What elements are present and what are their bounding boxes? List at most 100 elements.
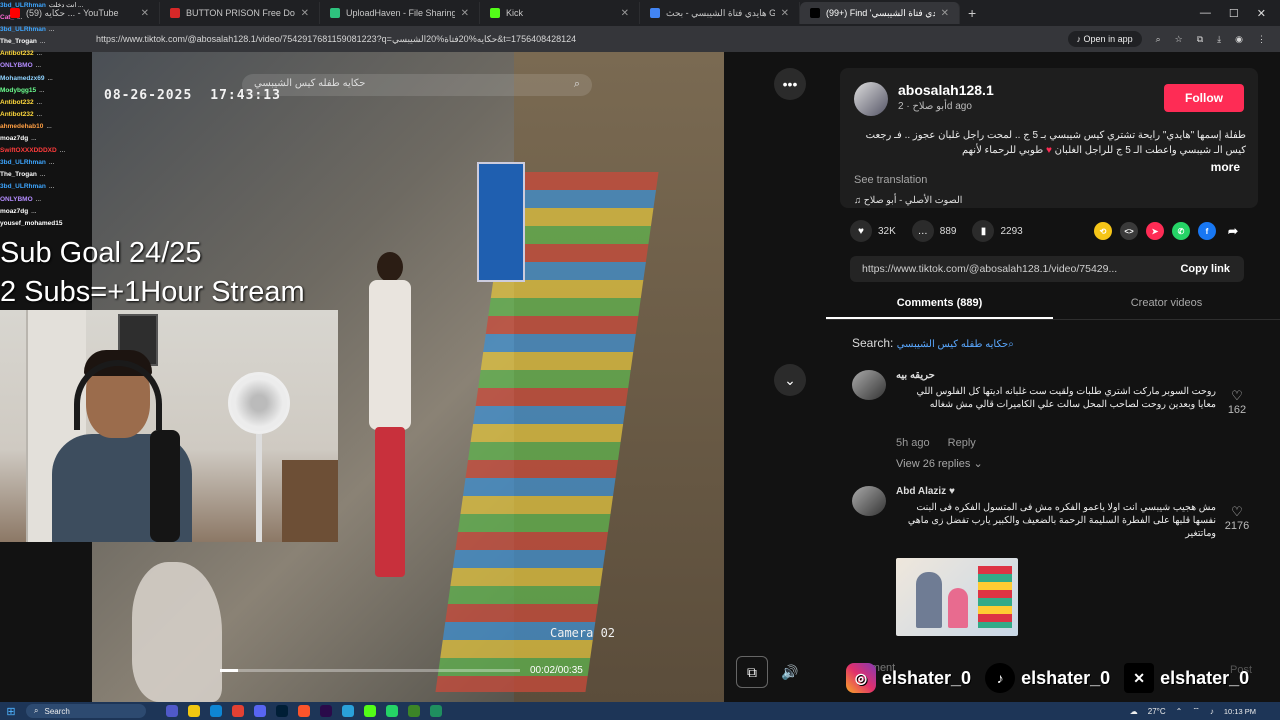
comment-like[interactable]: ♡ 162 (1222, 388, 1252, 416)
close-window-button[interactable]: ✕ (1257, 7, 1266, 20)
taskbar-search[interactable]: ⌕ Search (26, 704, 146, 718)
related-search[interactable]: Search: حكايه طفله كيس الشيبسي⌕ (852, 336, 1014, 350)
more-link[interactable]: more (1211, 160, 1240, 174)
bookmark-icon[interactable]: ▮ (972, 220, 995, 242)
taskbar-apps (166, 705, 442, 717)
premiere-icon[interactable] (320, 705, 332, 717)
menu-icon[interactable]: ⋮ (1257, 34, 1266, 45)
browser-tab[interactable]: BUTTON PRISON Free Downlo ✕ (160, 2, 320, 24)
heart-icon[interactable]: ♥ (850, 220, 872, 242)
heart-outline-icon[interactable]: ♡ (1222, 504, 1252, 520)
telegram-icon[interactable] (342, 705, 354, 717)
chat-message: moaz7dg... (0, 133, 150, 145)
send-icon[interactable]: ➤ (1146, 222, 1164, 240)
comment-author[interactable]: Abd Alaziz ♥ (896, 486, 955, 497)
chevron-up-icon[interactable]: ⌃ (1176, 707, 1183, 716)
reply-button[interactable]: Reply (948, 437, 976, 449)
minimize-button[interactable]: — (1200, 7, 1211, 20)
whatsapp-app-icon[interactable] (386, 705, 398, 717)
description-text: طفلة إسمها "هايدي" رايحة تشتري كيس شيبسي… (865, 130, 1246, 156)
photoshop-icon[interactable] (276, 705, 288, 717)
comment-sticker-image[interactable] (896, 558, 1018, 636)
like-stat[interactable]: ♥ 32K (850, 220, 896, 242)
extensions-icon[interactable]: ⧉ (1197, 34, 1203, 45)
copy-link-button[interactable]: Copy link (1180, 263, 1244, 275)
sheets-icon[interactable] (430, 705, 442, 717)
discord-icon[interactable] (254, 705, 266, 717)
maximize-button[interactable]: ☐ (1229, 7, 1239, 20)
zoom-icon[interactable]: ⌕ (1156, 34, 1161, 45)
file-explorer-icon[interactable] (188, 705, 200, 717)
network-icon[interactable]: ⌔ (1192, 706, 1200, 716)
chat-text: ... (35, 62, 42, 70)
search-icon[interactable]: ⌕ (1008, 339, 1014, 350)
chat-message: 3bd_ULRhman... (0, 181, 150, 193)
close-tab-icon[interactable]: ✕ (781, 8, 789, 19)
browser-tab[interactable]: Kick ✕ (480, 2, 640, 24)
facebook-icon[interactable]: f (1198, 222, 1216, 240)
close-tab-icon[interactable]: ✕ (941, 8, 949, 19)
comment-icon[interactable]: … (911, 220, 934, 242)
clock[interactable]: 10:13 PM (1224, 707, 1256, 716)
sound-link[interactable]: ♫ الصوت الأصلي - أبو صلاح (854, 195, 962, 206)
share-arrow-icon[interactable]: ➦ (1224, 222, 1242, 240)
video-progress-bar[interactable] (220, 669, 520, 672)
search-query-link[interactable]: حكايه طفله كيس الشيبسي (897, 339, 1008, 350)
video-search-overlay[interactable]: حكايه طفله كيس الشيبسي ⌕ (242, 74, 592, 96)
post-link[interactable]: https://www.tiktok.com/@abosalah128.1/vi… (862, 263, 1162, 275)
brave-icon[interactable] (298, 705, 310, 717)
speaker-icon[interactable]: ♪ (1210, 707, 1214, 716)
browser-tab[interactable]: (99+) Find 'هايدي فتاة الشيبسي' ✕ (800, 2, 960, 24)
browser-tab[interactable]: هايدي فتاة الشيبسي - بحث Google ✕ (640, 2, 800, 24)
teams-icon[interactable] (166, 705, 178, 717)
close-tab-icon[interactable]: ✕ (461, 8, 469, 19)
heart-outline-icon[interactable]: ♡ (1222, 388, 1252, 404)
avatar[interactable] (854, 82, 888, 116)
bookmark-star-icon[interactable]: ☆ (1175, 34, 1183, 45)
chat-text: ... (36, 110, 43, 118)
music-note-icon: ♫ (854, 195, 862, 206)
url-field[interactable]: https://www.tiktok.com/@abosalah128.1/vi… (96, 34, 1068, 45)
comment-like[interactable]: ♡ 2176 (1222, 504, 1252, 532)
close-tab-icon[interactable]: ✕ (301, 8, 309, 19)
profile-icon[interactable]: ◉ (1235, 34, 1243, 45)
instagram-icon: ◎ (846, 663, 876, 693)
minecraft-icon[interactable] (408, 705, 420, 717)
volume-icon[interactable]: 🔊 (774, 656, 806, 688)
view-replies-button[interactable]: View 26 replies ⌄ (896, 457, 983, 470)
kick-app-icon[interactable] (364, 705, 376, 717)
pip-button[interactable]: ⧉ (736, 656, 768, 688)
next-video-button[interactable]: ⌄ (774, 364, 806, 396)
browser-tab[interactable]: UploadHaven - File Sharing Ma ✕ (320, 2, 480, 24)
chrome-icon[interactable] (232, 705, 244, 717)
save-stat[interactable]: ▮ 2293 (972, 220, 1023, 242)
tab-creator-videos[interactable]: Creator videos (1053, 294, 1280, 319)
address-actions: ♪ Open in app ⌕ ☆ ⧉ ⤓ ◉ ⋮ (1067, 31, 1280, 47)
windows-start-icon[interactable]: ⊞ (0, 705, 22, 718)
chat-text: ... (46, 122, 52, 130)
embed-icon[interactable]: <> (1120, 222, 1138, 240)
more-options-button[interactable]: ••• (774, 68, 806, 100)
repost-icon[interactable]: ⟲ (1094, 222, 1112, 240)
comment-author-name: Abd Alaziz (896, 486, 947, 497)
display-name: أبو صلاح (912, 101, 947, 112)
tiktok-handle: elshater_0 (1021, 667, 1111, 688)
see-translation-link[interactable]: See translation (854, 174, 927, 186)
close-tab-icon[interactable]: ✕ (621, 8, 629, 19)
tab-comments[interactable]: Comments (889) (826, 294, 1053, 319)
sub-goal-line-2: 2 Subs=+1Hour Stream (0, 276, 305, 308)
chat-username: ONLYBMO (0, 62, 33, 70)
open-in-app-button[interactable]: ♪ Open in app (1067, 31, 1142, 47)
weather-icon[interactable]: ☁ (1130, 707, 1138, 716)
avatar[interactable] (852, 370, 886, 400)
comment-stat[interactable]: … 889 (911, 220, 956, 242)
username[interactable]: abosalah128.1 (898, 82, 994, 98)
new-tab-button[interactable]: + (960, 5, 984, 21)
whatsapp-icon[interactable]: ✆ (1172, 222, 1190, 240)
comment-author[interactable]: حريقه بيه (896, 370, 935, 381)
follow-button[interactable]: Follow (1164, 84, 1244, 112)
avatar[interactable] (852, 486, 886, 516)
edge-icon[interactable] (210, 705, 222, 717)
download-icon[interactable]: ⤓ (1217, 34, 1221, 45)
search-icon[interactable]: ⌕ (574, 78, 580, 91)
